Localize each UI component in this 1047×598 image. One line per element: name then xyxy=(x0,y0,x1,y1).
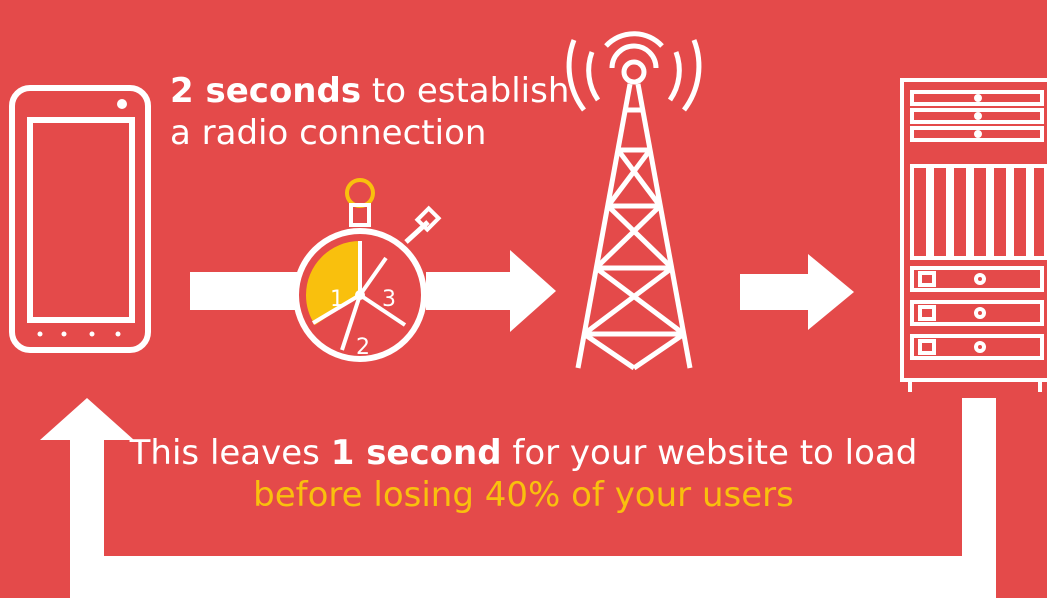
top-caption-line1: 2 seconds to establish xyxy=(170,70,569,112)
top-caption-line2: a radio connection xyxy=(170,113,487,153)
smartphone-icon xyxy=(9,85,151,353)
arrow-stopwatch-to-tower xyxy=(426,250,556,332)
bottom-caption-suffix: for your website to load xyxy=(501,433,918,473)
top-caption-bold: 2 seconds xyxy=(170,71,362,111)
arrow-tower-to-server xyxy=(740,254,854,330)
server-rack-icon xyxy=(900,78,1047,392)
bottom-caption-line2: before losing 40% of your users xyxy=(253,475,794,515)
stopwatch-label-2: 2 xyxy=(356,335,370,360)
bottom-caption: This leaves 1 second for your website to… xyxy=(0,432,1047,516)
stopwatch-label-3: 3 xyxy=(382,287,396,312)
stopwatch-icon: 1 2 3 xyxy=(293,178,442,362)
bottom-caption-line1: This leaves 1 second for your website to… xyxy=(0,432,1047,474)
bottom-caption-prefix: This leaves xyxy=(129,433,331,473)
radio-tower-icon xyxy=(566,31,702,371)
bottom-caption-bold: 1 second xyxy=(330,433,502,473)
top-caption: 2 seconds to establish a radio connectio… xyxy=(170,70,569,154)
stopwatch-label-1: 1 xyxy=(330,287,344,312)
arrow-bar-phone xyxy=(190,272,310,310)
top-caption-rest: to establish xyxy=(361,71,570,111)
